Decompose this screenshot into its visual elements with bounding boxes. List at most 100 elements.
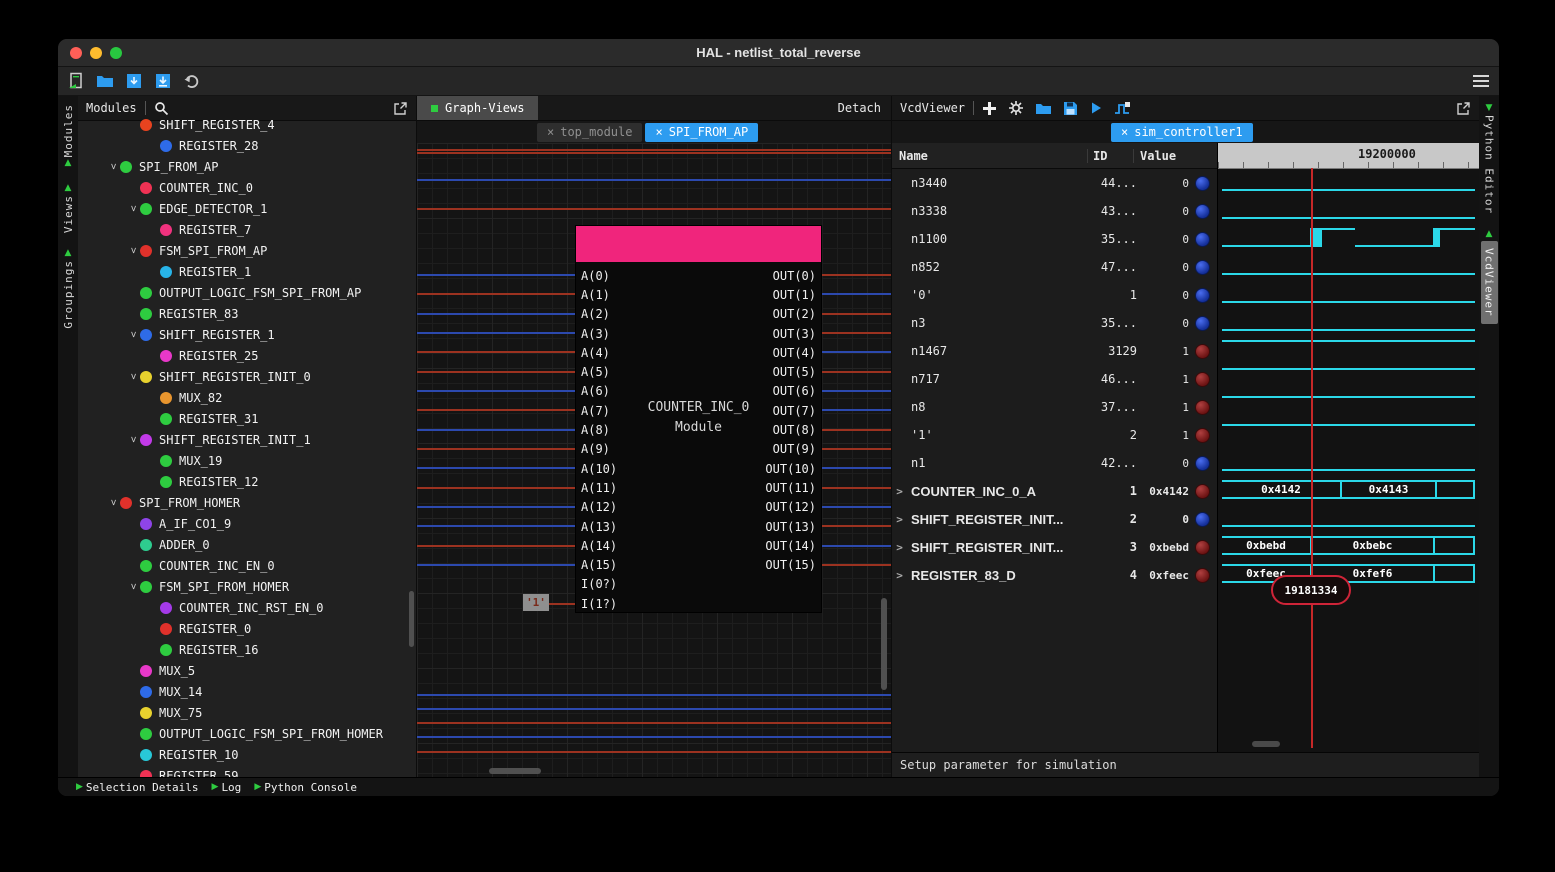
tree-item-fsm-spi-from-homer[interactable]: >FSM_SPI_FROM_HOMER	[78, 576, 416, 597]
input-pin-label[interactable]: A(9)	[581, 442, 610, 456]
tree-item-output-logic-fsm-spi-from-homer[interactable]: >OUTPUT_LOGIC_FSM_SPI_FROM_HOMER	[78, 723, 416, 744]
waveform-scrollbar[interactable]	[1252, 741, 1280, 747]
waveform-row[interactable]	[1222, 196, 1475, 224]
save-vcd-icon[interactable]	[1063, 101, 1078, 116]
output-pin-label[interactable]: OUT(9)	[773, 442, 816, 456]
net-wire[interactable]	[417, 390, 575, 392]
input-pin-label[interactable]: A(15)	[581, 558, 617, 572]
net-wire[interactable]	[417, 208, 891, 210]
sim-settings-icon[interactable]	[1114, 101, 1131, 116]
column-header-name[interactable]: Name	[892, 149, 1087, 163]
net-wire[interactable]	[417, 429, 575, 431]
net-wire[interactable]	[417, 293, 575, 295]
output-pin-label[interactable]: OUT(2)	[773, 307, 816, 321]
waveform-row[interactable]	[1222, 392, 1475, 420]
undo-button[interactable]	[182, 71, 202, 91]
net-wire[interactable]	[417, 694, 891, 696]
dock-tab-python-editor[interactable]: ▼Python Editor	[1483, 104, 1496, 214]
output-pin-label[interactable]: OUT(14)	[765, 539, 816, 553]
column-header-value[interactable]: Value	[1133, 149, 1217, 163]
input-pin-label[interactable]: A(10)	[581, 462, 617, 476]
modules-scrollbar[interactable]	[409, 591, 414, 647]
bottom-tab-log[interactable]: ▶Log	[212, 781, 242, 794]
group-chevron-icon[interactable]: >	[892, 485, 907, 498]
import-netlist-button[interactable]	[153, 71, 173, 91]
tree-item-adder-0[interactable]: >ADDER_0	[78, 534, 416, 555]
tree-item-register-31[interactable]: >REGISTER_31	[78, 408, 416, 429]
net-wire[interactable]	[417, 274, 575, 276]
graph-tab-spi-from-ap[interactable]: ×SPI_FROM_AP	[645, 123, 758, 142]
tree-item-shift-register-4[interactable]: >SHIFT_REGISTER_4	[78, 114, 416, 135]
output-pin-label[interactable]: OUT(3)	[773, 327, 816, 341]
signal-row-0[interactable]: >'0'10	[892, 281, 1217, 309]
tree-item-register-25[interactable]: >REGISTER_25	[78, 345, 416, 366]
net-wire[interactable]	[417, 371, 575, 373]
tree-item-register-0[interactable]: >REGISTER_0	[78, 618, 416, 639]
output-pin-label[interactable]: OUT(6)	[773, 384, 816, 398]
input-pin-label[interactable]: A(13)	[581, 520, 617, 534]
waveform-row[interactable]	[1222, 504, 1475, 532]
tree-item-register-28[interactable]: >REGISTER_28	[78, 135, 416, 156]
timeline-ruler[interactable]: 19200000	[1218, 143, 1479, 169]
signal-row-register-83-d[interactable]: >REGISTER_83_D40xfeec	[892, 561, 1217, 589]
net-wire[interactable]	[822, 525, 891, 527]
new-netlist-button[interactable]	[66, 71, 86, 91]
column-header-id[interactable]: ID	[1087, 149, 1133, 163]
time-cursor[interactable]	[1311, 168, 1313, 748]
waveform-row[interactable]	[1222, 252, 1475, 280]
expand-chevron-icon[interactable]: >	[128, 370, 139, 384]
tree-item-register-10[interactable]: >REGISTER_10	[78, 744, 416, 765]
net-wire[interactable]	[417, 179, 891, 181]
signal-row-n3[interactable]: >n335...0	[892, 309, 1217, 337]
canvas-vscrollbar[interactable]	[881, 598, 887, 690]
signal-row-n8[interactable]: >n837...1	[892, 393, 1217, 421]
tree-item-fsm-spi-from-ap[interactable]: >FSM_SPI_FROM_AP	[78, 240, 416, 261]
signal-row-n1[interactable]: >n142...0	[892, 449, 1217, 477]
open-netlist-button[interactable]	[95, 71, 115, 91]
output-pin-label[interactable]: OUT(4)	[773, 346, 816, 360]
signal-row-1[interactable]: >'1'21	[892, 421, 1217, 449]
output-pin-label[interactable]: OUT(15)	[765, 558, 816, 572]
net-wire[interactable]	[822, 274, 891, 276]
expand-chevron-icon[interactable]: >	[108, 160, 119, 174]
constant-one-node[interactable]: '1'	[523, 594, 549, 611]
expand-chevron-icon[interactable]: >	[108, 496, 119, 510]
bottom-tab-selection-details[interactable]: ▶Selection Details	[76, 781, 199, 794]
waveform-row[interactable]	[1222, 168, 1475, 196]
input-pin-label[interactable]: A(12)	[581, 500, 617, 514]
net-wire[interactable]	[417, 149, 891, 151]
tree-item-counter-inc-rst-en-0[interactable]: >COUNTER_INC_RST_EN_0	[78, 597, 416, 618]
input-pin-label[interactable]: A(6)	[581, 384, 610, 398]
output-pin-label[interactable]: OUT(13)	[765, 520, 816, 534]
detach-vcd-icon[interactable]	[1456, 101, 1471, 116]
net-wire[interactable]	[822, 467, 891, 469]
tree-item-register-1[interactable]: >REGISTER_1	[78, 261, 416, 282]
signal-row-n1100[interactable]: >n110035...0	[892, 225, 1217, 253]
tree-item-spi-from-ap[interactable]: >SPI_FROM_AP	[78, 156, 416, 177]
graph-tab-top-module[interactable]: ×top_module	[537, 123, 642, 142]
output-pin-label[interactable]: OUT(1)	[773, 288, 816, 302]
net-wire[interactable]	[417, 332, 575, 334]
input-pin-label[interactable]: A(2)	[581, 307, 610, 321]
net-wire[interactable]	[417, 751, 891, 753]
dock-tab-modules[interactable]: Modules▲	[62, 104, 75, 168]
input-pin-label[interactable]: A(4)	[581, 346, 610, 360]
graph-canvas[interactable]: COUNTER_INC_0 Module A(0)OUT(0)A(1)OUT(1…	[417, 143, 891, 777]
detach-graph-button[interactable]: Detach	[838, 101, 881, 115]
waveform-row[interactable]	[1222, 224, 1475, 252]
tree-item-counter-inc-en-0[interactable]: >COUNTER_INC_EN_0	[78, 555, 416, 576]
tree-item-mux-14[interactable]: >MUX_14	[78, 681, 416, 702]
graph-views-title-tab[interactable]: Graph-Views	[417, 96, 538, 120]
net-wire[interactable]	[822, 487, 891, 489]
dock-tab-groupings[interactable]: ▲Groupings	[62, 249, 75, 329]
net-wire[interactable]	[417, 448, 575, 450]
net-wire[interactable]	[417, 708, 891, 710]
expand-chevron-icon[interactable]: >	[128, 244, 139, 258]
tree-item-shift-register-init-0[interactable]: >SHIFT_REGISTER_INIT_0	[78, 366, 416, 387]
expand-chevron-icon[interactable]: >	[128, 328, 139, 342]
output-pin-label[interactable]: OUT(11)	[765, 481, 816, 495]
tree-item-counter-inc-0[interactable]: >COUNTER_INC_0	[78, 177, 416, 198]
bottom-tab-python-console[interactable]: ▶Python Console	[254, 781, 357, 794]
output-pin-label[interactable]: OUT(0)	[773, 269, 816, 283]
waveform-row[interactable]: 0xbebd0xbebc	[1222, 532, 1475, 560]
